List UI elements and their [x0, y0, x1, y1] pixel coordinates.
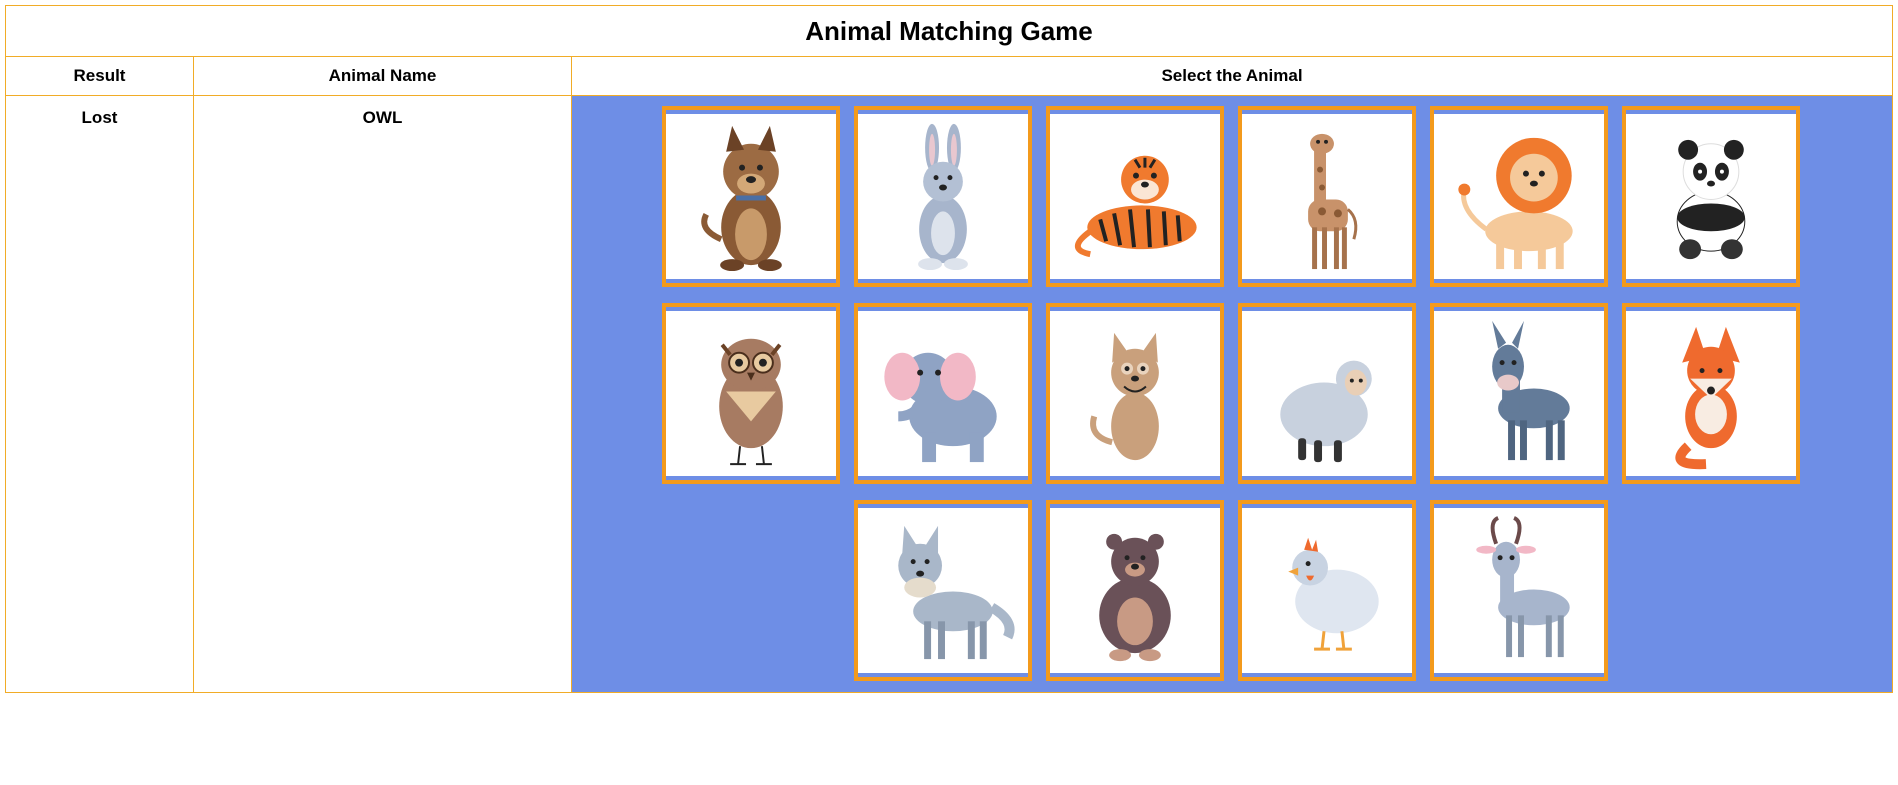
lion-icon [1458, 137, 1573, 270]
rabbit-icon [918, 123, 968, 271]
bear-icon [1099, 533, 1171, 662]
animal-card-giraffe[interactable] [1238, 106, 1416, 287]
fox-icon [1675, 326, 1740, 470]
result-header: Result [5, 56, 194, 96]
animal-card-sheep[interactable] [1238, 303, 1416, 484]
animal-board [570, 95, 1894, 693]
wolf-icon [898, 525, 1015, 660]
animal-card-fox[interactable] [1622, 303, 1800, 484]
result-value: Lost [81, 108, 118, 127]
tiger-icon [1074, 155, 1197, 258]
animal-card-rabbit[interactable] [854, 106, 1032, 287]
animal-name-value: OWL [362, 108, 403, 127]
result-cell: Lost [5, 95, 194, 693]
game-table: Animal Matching Game Result Animal Name … [4, 5, 1894, 693]
animal-card-panda[interactable] [1622, 106, 1800, 287]
animal-name-cell: OWL [193, 95, 572, 693]
goat-icon [1476, 516, 1570, 658]
animal-card-cat[interactable] [1046, 303, 1224, 484]
giraffe-icon [1308, 133, 1358, 270]
elephant-icon [884, 352, 997, 463]
animal-card-lion[interactable] [1430, 106, 1608, 287]
animal-card-tiger[interactable] [1046, 106, 1224, 287]
panda-icon [1676, 139, 1746, 260]
animal-card-elephant[interactable] [854, 303, 1032, 484]
owl-icon [719, 338, 783, 466]
animal-grid [572, 96, 1892, 692]
animal-card-goat[interactable] [1430, 500, 1608, 681]
animal-card-bear[interactable] [1046, 500, 1224, 681]
select-animal-header: Select the Animal [570, 56, 1894, 96]
chicken-icon [1288, 537, 1379, 651]
donkey-icon [1492, 320, 1570, 461]
page-title: Animal Matching Game [4, 5, 1894, 57]
animal-name-header: Animal Name [193, 56, 572, 96]
animal-card-chicken[interactable] [1238, 500, 1416, 681]
dog-icon [701, 125, 782, 272]
animal-card-owl[interactable] [662, 303, 840, 484]
animal-card-wolf[interactable] [854, 500, 1032, 681]
animal-card-dog[interactable] [662, 106, 840, 287]
cat-icon [1090, 332, 1159, 461]
sheep-icon [1280, 360, 1372, 463]
animal-card-donkey[interactable] [1430, 303, 1608, 484]
